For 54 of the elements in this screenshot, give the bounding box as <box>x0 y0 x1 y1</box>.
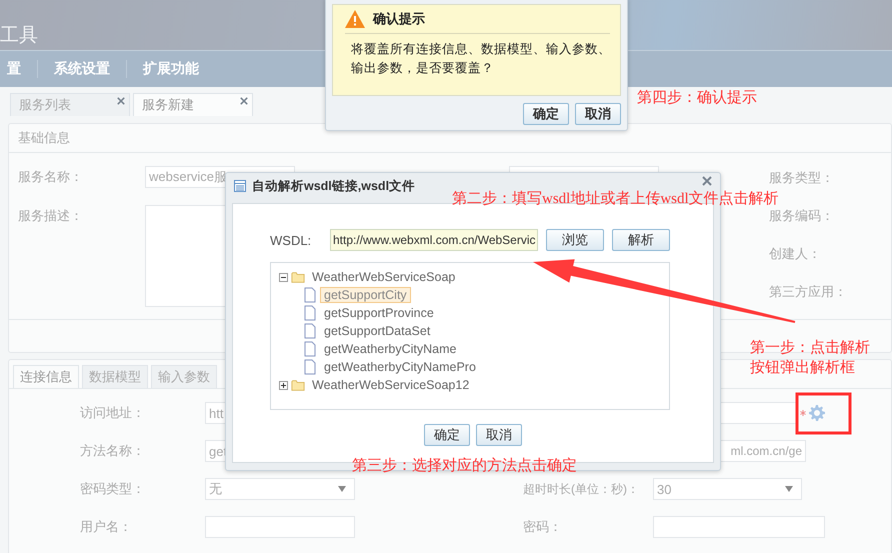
dropdown-arrow-icon <box>785 486 793 492</box>
close-icon[interactable] <box>117 97 125 105</box>
action-button[interactable]: 浏览 <box>546 229 604 251</box>
field-label: 第三方应用： <box>769 283 847 301</box>
folder-icon <box>291 377 305 393</box>
field-label: 服务编码： <box>769 207 835 225</box>
table-icon <box>234 180 246 192</box>
annotation-text: 第一步：点击解析按钮弹出解析框 <box>750 338 871 378</box>
tree-node[interactable]: getWeatherbyCityName <box>320 341 460 357</box>
field-label: 方法名称： <box>80 442 146 460</box>
folder-icon <box>291 269 305 285</box>
tree-node[interactable]: WeatherWebServiceSoap12 <box>308 377 474 393</box>
collapse-icon[interactable] <box>279 272 288 282</box>
dialog-button[interactable]: 取消 <box>476 424 522 446</box>
wsdl-url-field[interactable]: http://www.webxml.com.cn/WebServic <box>330 229 538 251</box>
annotation-text: 第三步：选择对应的方法点击确定 <box>352 456 577 476</box>
dialog-button[interactable]: 确定 <box>424 424 470 446</box>
field-label: WSDL: <box>270 232 312 248</box>
file-icon <box>303 305 317 321</box>
tree-node[interactable]: getSupportProvince <box>320 305 438 321</box>
tree-node[interactable]: getSupportDataSet <box>320 323 434 339</box>
annotation-text: 第二步：填写wsdl地址或者上传wsdl文件点击解析 <box>452 190 779 209</box>
dropdown-arrow-icon <box>338 486 346 492</box>
expand-icon[interactable] <box>279 380 288 390</box>
field-label: 用户名： <box>80 518 133 536</box>
field-label: 超时时长(单位：秒)： <box>523 480 640 498</box>
tree-node[interactable]: WeatherWebServiceSoap <box>308 269 460 285</box>
field-label: 访问地址： <box>80 404 146 422</box>
file-icon <box>303 287 317 303</box>
field-label: 服务类型： <box>769 169 835 187</box>
field-label: 服务名称： <box>18 168 84 186</box>
tree-node[interactable]: getWeatherbyCityNamePro <box>320 359 480 375</box>
field-label: 服务描述： <box>18 207 84 225</box>
username-field[interactable] <box>205 516 355 538</box>
close-icon[interactable] <box>702 176 712 186</box>
field-label: 密码类型： <box>80 480 146 498</box>
password-field[interactable] <box>653 516 825 538</box>
settings-icon[interactable] <box>809 405 825 421</box>
annotation-text: 第四步：确认提示 <box>637 88 757 108</box>
field-label: 创建人： <box>769 245 822 263</box>
app-title: 工具 <box>0 24 38 48</box>
dialog-button[interactable]: 确定 <box>523 103 569 125</box>
dialog-message: 将覆盖所有连接信息、数据模型、输入参数、输出参数，是否要覆盖？ <box>351 41 612 77</box>
dialog-button[interactable]: 取消 <box>575 103 621 125</box>
warning-icon <box>345 10 365 28</box>
file-icon <box>303 323 317 339</box>
file-icon <box>303 341 317 357</box>
file-icon <box>303 359 317 375</box>
highlight-frame <box>796 392 852 434</box>
close-icon[interactable] <box>240 97 248 105</box>
action-button[interactable]: 解析 <box>612 229 670 251</box>
tree-node[interactable]: getSupportCity <box>320 287 411 303</box>
field-label: 密码： <box>523 518 563 536</box>
dialog-title: 确认提示 <box>373 10 425 28</box>
